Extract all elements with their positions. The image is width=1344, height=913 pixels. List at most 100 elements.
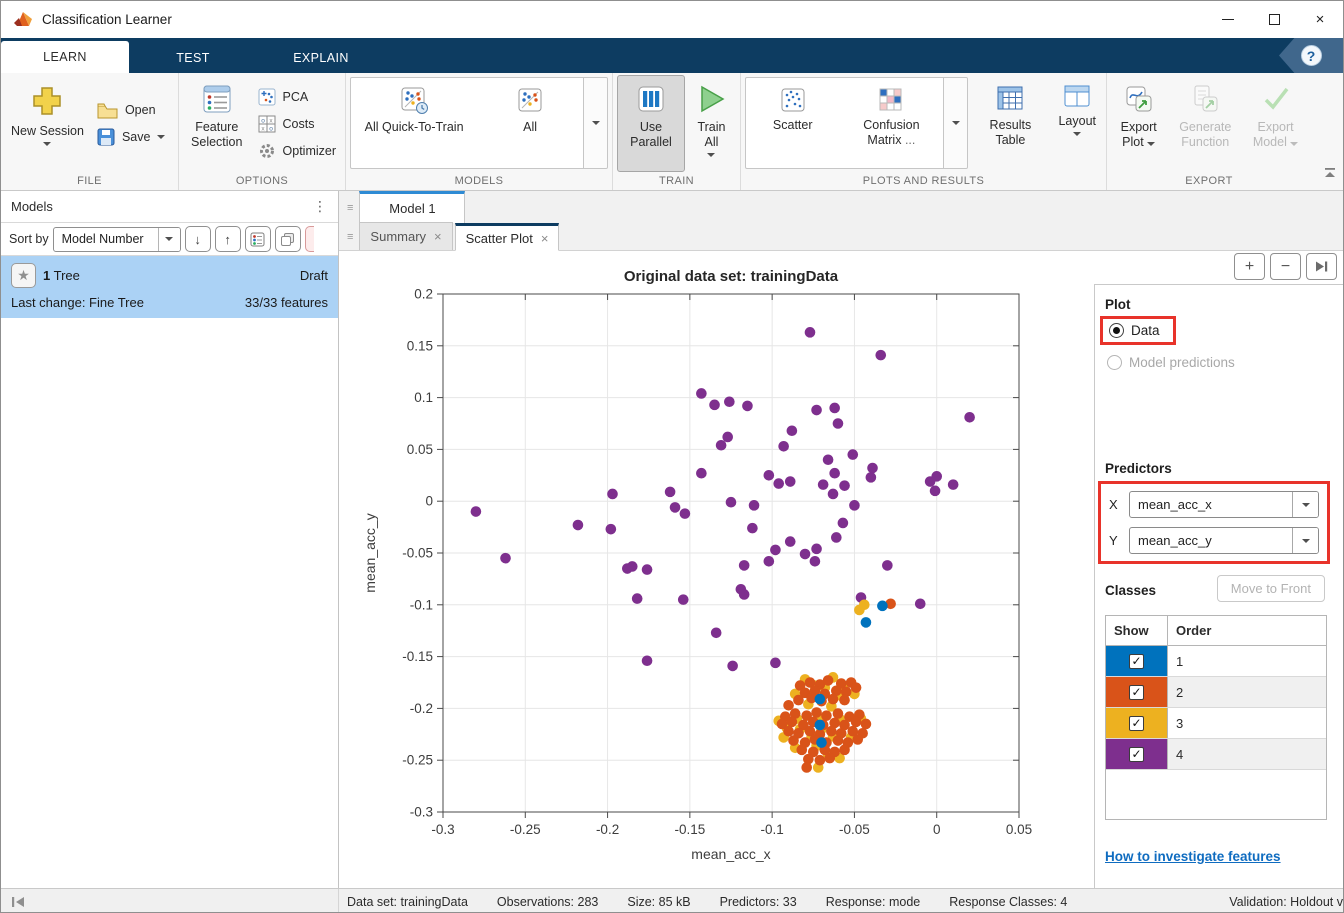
svg-text:o: o bbox=[269, 125, 273, 132]
help-button[interactable]: ? bbox=[1279, 38, 1343, 73]
sort-by-combobox[interactable]: Model Number bbox=[53, 227, 181, 252]
confusion-matrix-button[interactable]: Confusion Matrix ... bbox=[839, 78, 943, 168]
delete-model-button-clipped[interactable] bbox=[305, 226, 314, 252]
class-1-checkbox[interactable]: ✓ bbox=[1129, 654, 1144, 669]
class-4-order[interactable]: 4 bbox=[1168, 739, 1326, 769]
scatter-plot-button[interactable]: Scatter bbox=[746, 78, 839, 168]
annotation-box-predictors: X mean_acc_x Y mean_acc_y bbox=[1098, 481, 1330, 564]
y-predictor-dropdown-button[interactable] bbox=[1292, 528, 1318, 553]
all-models-icon bbox=[516, 87, 544, 115]
sort-by-dropdown-button[interactable] bbox=[158, 228, 180, 251]
maximize-button[interactable] bbox=[1251, 1, 1297, 38]
optimizer-button[interactable]: Optimizer bbox=[253, 141, 341, 161]
y-predictor-combobox[interactable]: mean_acc_y bbox=[1129, 527, 1319, 554]
export-model-button[interactable]: Export Model bbox=[1244, 75, 1307, 172]
classes-section-heading: Classes bbox=[1105, 583, 1156, 598]
ribbon-section-models: All Quick-To-Train All MODELS bbox=[346, 73, 613, 190]
minimize-button[interactable] bbox=[1205, 1, 1251, 38]
radio-model-predictions[interactable]: Model predictions bbox=[1107, 355, 1235, 370]
sort-ascending-button[interactable]: ↑ bbox=[215, 226, 241, 252]
open-button[interactable]: Open bbox=[92, 101, 171, 120]
x-predictor-label: X bbox=[1109, 497, 1121, 512]
layout-button[interactable]: Layout bbox=[1052, 75, 1102, 172]
plots-gallery-dropdown[interactable] bbox=[943, 78, 967, 168]
tab-summary[interactable]: Summary × bbox=[359, 222, 452, 250]
ribbon-section-file: New Session Open bbox=[1, 73, 179, 190]
zoom-in-button[interactable]: + bbox=[1234, 253, 1265, 280]
tab-learn[interactable]: LEARN bbox=[1, 41, 129, 73]
scatter-plot-document: -0.3-0.25-0.2-0.15-0.1-0.0500.050.20.150… bbox=[339, 251, 1344, 888]
status-data-set: Data set: trainingData bbox=[347, 895, 468, 909]
ribbon-section-train: Use Parallel Train All TRAIN bbox=[613, 73, 741, 190]
expand-panel-button[interactable] bbox=[1306, 253, 1337, 280]
tab-scatter-plot[interactable]: Scatter Plot × bbox=[455, 223, 560, 251]
svg-text:-0.15: -0.15 bbox=[402, 649, 433, 664]
model-list-item[interactable]: ★ 1 Tree Draft Last change: Fine Tree 33… bbox=[1, 256, 338, 318]
collapse-ribbon-button[interactable] bbox=[1323, 166, 1337, 184]
collapse-panel-button[interactable] bbox=[11, 896, 26, 908]
export-model-icon bbox=[1261, 84, 1291, 114]
all-quick-to-train-button[interactable]: All Quick-To-Train bbox=[351, 78, 477, 168]
models-panel-title: Models bbox=[11, 199, 53, 214]
models-gallery-dropdown[interactable] bbox=[583, 78, 607, 168]
svg-text:-0.3: -0.3 bbox=[431, 822, 454, 837]
class-1-color-swatch: ✓ bbox=[1106, 646, 1168, 676]
export-plot-icon bbox=[1124, 84, 1154, 114]
confusion-matrix-icon bbox=[878, 87, 904, 113]
class-3-order[interactable]: 3 bbox=[1168, 708, 1326, 738]
models-menu-button[interactable]: ⋮ bbox=[313, 198, 328, 215]
class-3-checkbox[interactable]: ✓ bbox=[1129, 716, 1144, 731]
class-row-1: ✓ 1 bbox=[1106, 646, 1326, 677]
status-observations: Observations: 283 bbox=[497, 895, 598, 909]
tab-explain[interactable]: EXPLAIN bbox=[257, 43, 385, 73]
minus-icon: − bbox=[1281, 258, 1290, 276]
pca-button[interactable]: PCA bbox=[253, 87, 341, 107]
summary-close-icon[interactable]: × bbox=[434, 229, 442, 244]
sort-descending-button[interactable]: ↓ bbox=[185, 226, 211, 252]
class-2-checkbox[interactable]: ✓ bbox=[1129, 685, 1144, 700]
radio-data[interactable]: Data bbox=[1109, 323, 1160, 338]
class-2-order[interactable]: 2 bbox=[1168, 677, 1326, 707]
feature-selection-button[interactable]: Feature Selection bbox=[183, 75, 251, 172]
help-icon: ? bbox=[1301, 45, 1322, 66]
tab-model-1[interactable]: Model 1 bbox=[359, 191, 465, 223]
model-tabbar-drag-handle-icon[interactable]: ≡ bbox=[347, 203, 353, 214]
move-to-front-button[interactable]: Move to Front bbox=[1217, 575, 1325, 602]
sort-by-label: Sort by bbox=[9, 232, 49, 246]
plots-section-label: PLOTS AND RESULTS bbox=[745, 172, 1102, 190]
document-area: ≡ Model 1 ≡ Summary × Scatter Plot × -0.… bbox=[339, 191, 1344, 888]
generate-function-button[interactable]: Generate Function bbox=[1168, 75, 1242, 172]
class-4-checkbox[interactable]: ✓ bbox=[1129, 747, 1144, 762]
save-button[interactable]: Save bbox=[92, 127, 171, 147]
export-plot-button[interactable]: Export Plot bbox=[1111, 75, 1166, 172]
ribbon-section-options: Feature Selection PCA bbox=[179, 73, 346, 190]
close-icon: × bbox=[1316, 11, 1325, 28]
down-arrow-icon: ↓ bbox=[194, 232, 201, 247]
models-panel: Models ⋮ Sort by Model Number ↓ ↑ bbox=[1, 191, 339, 888]
subtabbar-drag-handle-icon[interactable]: ≡ bbox=[347, 232, 353, 243]
duplicate-model-button[interactable] bbox=[275, 226, 301, 252]
check-icon: ✓ bbox=[1131, 717, 1141, 729]
zoom-out-button[interactable]: − bbox=[1270, 253, 1301, 280]
legend-button[interactable] bbox=[245, 226, 271, 252]
model-status-badge: Draft bbox=[300, 268, 328, 283]
favorite-button[interactable]: ★ bbox=[11, 263, 36, 288]
x-predictor-combobox[interactable]: mean_acc_x bbox=[1129, 491, 1319, 518]
scatter-plot-close-icon[interactable]: × bbox=[541, 231, 549, 246]
how-to-investigate-link[interactable]: How to investigate features bbox=[1105, 849, 1281, 864]
train-all-button[interactable]: Train All bbox=[687, 75, 736, 172]
svg-text:0.1: 0.1 bbox=[414, 390, 433, 405]
train-all-icon bbox=[696, 84, 726, 114]
results-table-button[interactable]: Results Table bbox=[970, 75, 1050, 172]
new-session-button[interactable]: New Session bbox=[5, 75, 90, 172]
tab-test[interactable]: TEST bbox=[129, 43, 257, 73]
close-button[interactable]: × bbox=[1297, 1, 1343, 38]
train-section-label: TRAIN bbox=[617, 172, 736, 190]
x-predictor-dropdown-button[interactable] bbox=[1292, 492, 1318, 517]
class-1-order[interactable]: 1 bbox=[1168, 646, 1326, 676]
duplicate-icon bbox=[280, 232, 295, 247]
status-validation: Validation: Holdout v bbox=[1229, 895, 1343, 909]
all-models-button[interactable]: All bbox=[477, 78, 583, 168]
use-parallel-button[interactable]: Use Parallel bbox=[617, 75, 685, 172]
costs-button[interactable]: o x x o Costs bbox=[253, 114, 341, 134]
